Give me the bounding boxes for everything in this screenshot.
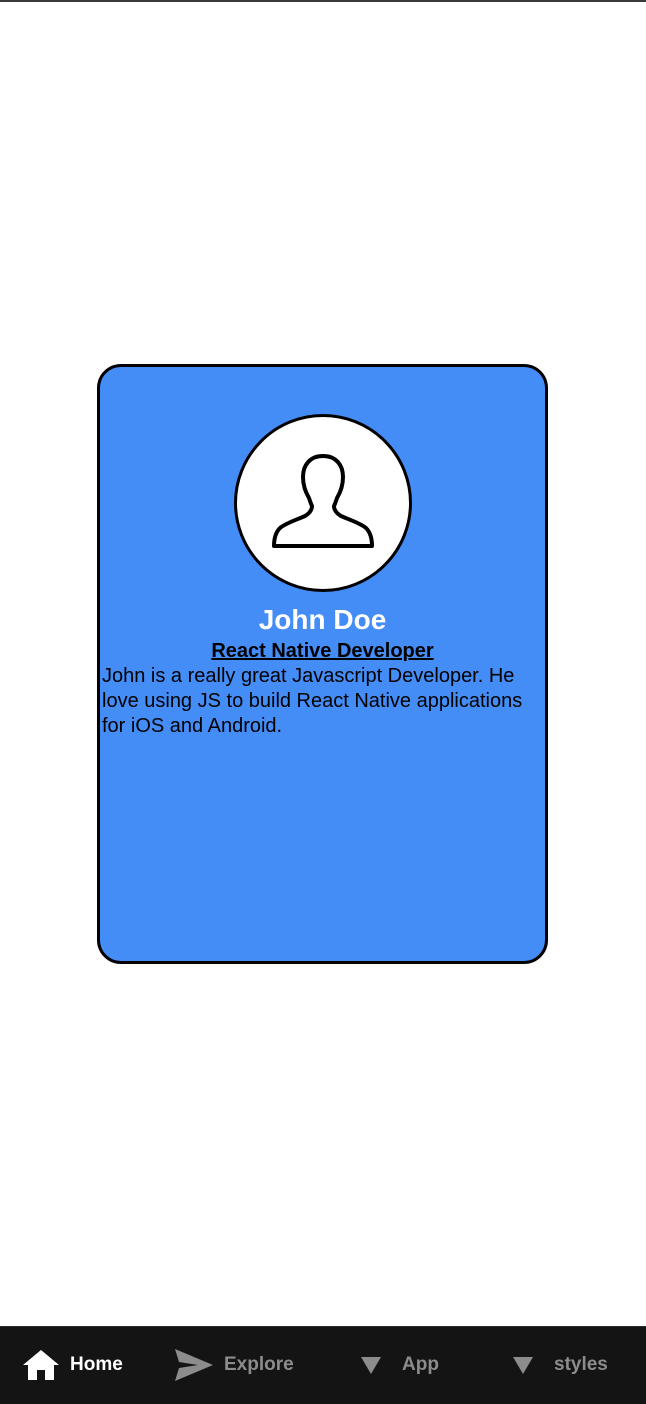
tab-explore-label: Explore	[224, 1354, 294, 1375]
tab-app[interactable]: App	[360, 1327, 439, 1403]
profile-name: John Doe	[258, 604, 387, 635]
top-divider	[0, 0, 646, 2]
send-icon	[174, 1348, 214, 1382]
tab-styles-label: styles	[554, 1354, 608, 1375]
user-silhouette-icon	[272, 454, 374, 548]
triangle-down-icon	[360, 1355, 382, 1375]
tab-styles[interactable]: styles	[512, 1327, 608, 1403]
tab-app-label: App	[402, 1354, 439, 1375]
triangle-down-icon	[512, 1355, 534, 1375]
tab-explore[interactable]: Explore	[174, 1327, 294, 1403]
profile-bio: John is a really great Javascript Develo…	[102, 665, 523, 737]
bottom-tab-bar: Home Explore App styles	[0, 1326, 646, 1404]
avatar	[234, 414, 412, 592]
profile-role: React Native Developer	[211, 640, 434, 662]
app-screen: John Doe React Native Developer John is …	[0, 0, 646, 1404]
tab-home[interactable]: Home	[22, 1327, 123, 1403]
home-icon	[22, 1349, 60, 1381]
tab-home-label: Home	[70, 1354, 123, 1375]
profile-card: John Doe React Native Developer John is …	[97, 364, 548, 964]
